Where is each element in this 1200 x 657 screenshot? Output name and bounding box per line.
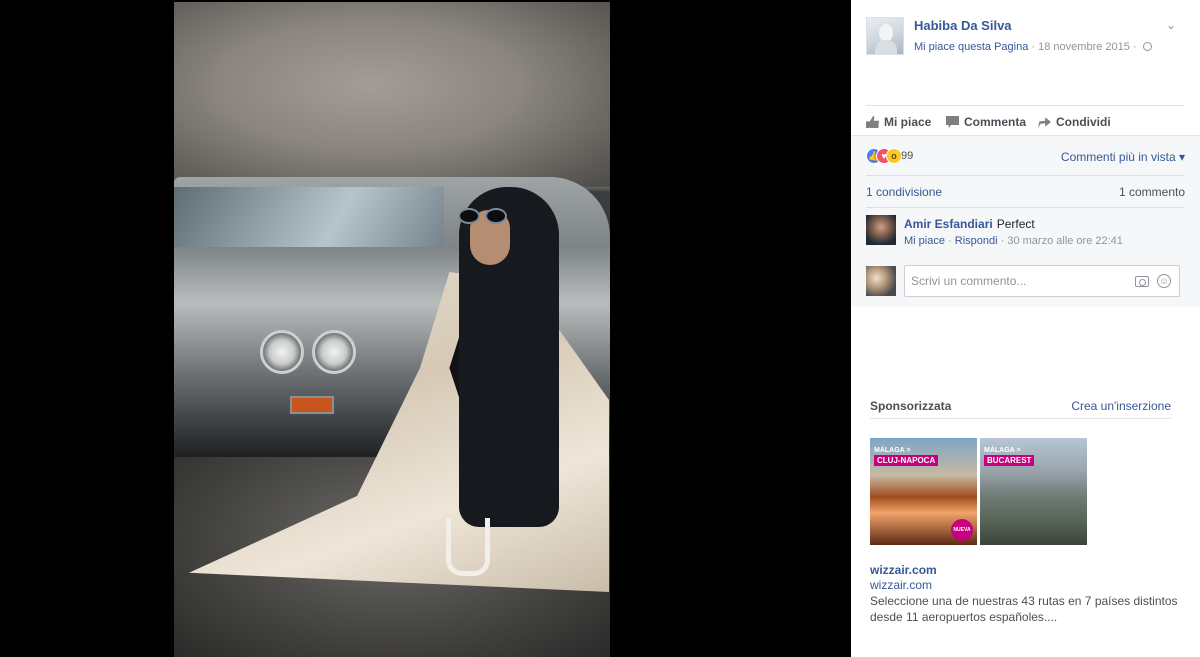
photo-sunglasses	[458, 208, 510, 224]
feedback-section: 👍 ♥ o 99 Commenti più in vista ▾ 1 condi…	[851, 135, 1200, 307]
photo-turn-signal	[290, 396, 334, 414]
comment-time[interactable]: 30 marzo alle ore 22:41	[1007, 235, 1123, 247]
photo-headlight-left	[260, 330, 304, 374]
page-name-link[interactable]: Habiba Da Silva	[914, 18, 1012, 33]
post-date[interactable]: 18 novembre 2015	[1038, 41, 1130, 53]
ad-tag: MÁLAGA >	[874, 447, 911, 454]
comment-input-box[interactable]: ☺	[904, 265, 1180, 297]
photo-viewer-stage	[0, 0, 851, 657]
ad-badge: NUEVA RUTA!	[951, 519, 973, 541]
comment-text: Perfect	[996, 217, 1035, 231]
comment-like-link[interactable]: Mi piace	[904, 235, 945, 247]
comment-input[interactable]	[905, 266, 1125, 296]
shares-link[interactable]: 1 condivisione	[866, 185, 942, 199]
ad-image-cluj[interactable]: MÁLAGA > CLUJ-NAPOCA NUEVA RUTA!	[870, 438, 977, 545]
divider	[866, 207, 1185, 208]
post-side-panel: Habiba Da Silva ⌄ Mi piace questa Pagina…	[851, 0, 1200, 657]
ad-image-bucarest[interactable]: MÁLAGA > BUCAREST	[980, 438, 1087, 545]
divider	[866, 175, 1185, 176]
smiley-icon[interactable]: ☺	[1157, 274, 1171, 288]
ad-description: Seleccione una de nuestras 43 rutas en 7…	[870, 594, 1178, 624]
comment-body: Amir Esfandiari Perfect	[904, 217, 1035, 231]
camera-icon[interactable]	[1135, 276, 1149, 287]
reactions-count[interactable]: 99	[901, 150, 913, 162]
commenter-avatar[interactable]	[866, 215, 896, 245]
comment-meta: Mi piace · Rispondi · 30 marzo alle ore …	[904, 235, 1123, 247]
post-header: Habiba Da Silva ⌄ Mi piace questa Pagina…	[851, 0, 1200, 105]
globe-icon[interactable]	[1142, 42, 1152, 51]
meta-separator-2: ·	[1129, 41, 1140, 53]
like-button[interactable]: Mi piace	[866, 115, 931, 129]
comment-item: Amir Esfandiari Perfect Mi piace · Rispon…	[866, 215, 1185, 255]
create-ad-link[interactable]: Crea un'inserzione	[1071, 399, 1171, 413]
share-icon	[1038, 117, 1051, 128]
page-avatar[interactable]	[866, 17, 904, 55]
sponsored-heading: Sponsorizzata	[870, 399, 952, 413]
ad-city: CLUJ-NAPOCA	[874, 455, 939, 466]
ad-tag: MÁLAGA >	[984, 447, 1021, 454]
divider	[870, 418, 1171, 419]
photo-windshield	[174, 187, 444, 247]
comment-sort-dropdown[interactable]: Commenti più in vista ▾	[1061, 150, 1185, 164]
photo-shoe	[446, 518, 490, 576]
share-button[interactable]: Condividi	[1038, 115, 1111, 129]
like-page-link[interactable]: Mi piace questa Pagina	[914, 41, 1028, 53]
ad-city: BUCAREST	[984, 455, 1035, 466]
comment-reply-link[interactable]: Rispondi	[955, 235, 998, 247]
photo-headlight-right	[312, 330, 356, 374]
thumbs-up-icon	[866, 116, 879, 128]
post-meta: Mi piace questa Pagina · 18 novembre 201…	[914, 41, 1152, 53]
chevron-down-icon[interactable]: ⌄	[1164, 18, 1178, 32]
post-actions-bar: Mi piace Commenta Condividi	[866, 105, 1185, 135]
caret-down-icon: ▾	[1178, 150, 1185, 164]
comment-button[interactable]: Commenta	[946, 115, 1026, 129]
post-photo[interactable]	[174, 2, 610, 657]
comments-count[interactable]: 1 commento	[1119, 185, 1185, 199]
comment-author-link[interactable]: Amir Esfandiari	[904, 217, 993, 231]
comment-icon	[946, 116, 959, 128]
wow-reaction-icon: o	[886, 148, 902, 164]
comment-composer: ☺	[866, 265, 1185, 297]
current-user-avatar	[866, 266, 896, 296]
meta-separator: ·	[1028, 41, 1039, 53]
ad-domain-link[interactable]: wizzair.com	[870, 578, 932, 592]
photo-wall	[174, 2, 610, 187]
ad-title-link[interactable]: wizzair.com	[870, 563, 937, 577]
